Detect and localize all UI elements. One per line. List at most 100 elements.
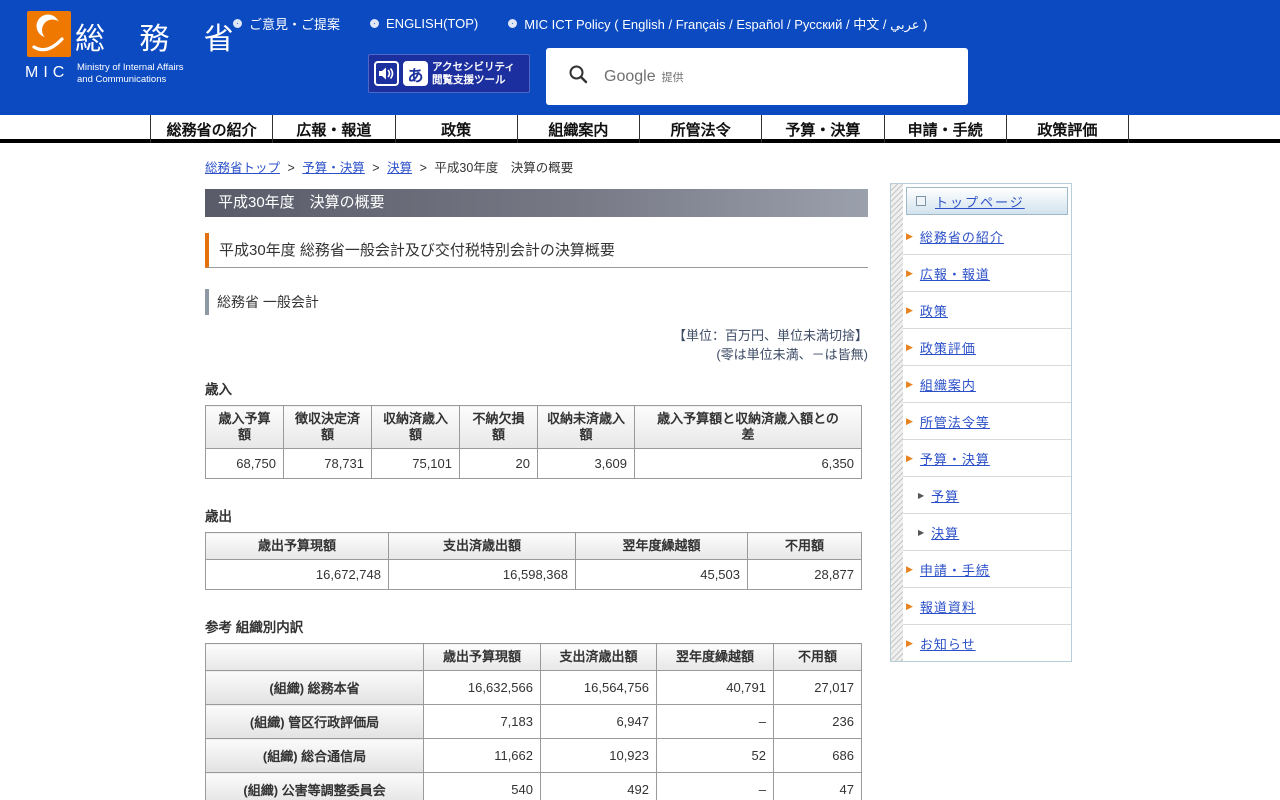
cell-value: 16,598,368 <box>389 560 576 590</box>
cell-value: 40,791 <box>657 671 774 705</box>
cell-value: 6,350 <box>635 449 862 479</box>
header-utility-links: ご意見・ご提案 ENGLISH(TOP) MIC ICT Policy ( En… <box>233 14 927 33</box>
table-header-row: 歳出予算現額 支出済歳出額 翌年度繰越額 不用額 <box>206 644 862 671</box>
column-header: 歳入予算 額 <box>206 406 284 449</box>
revenue-table-label: 歳入 <box>205 378 868 398</box>
site-header: MIC 総 務 省 Ministry of Internal Affairs a… <box>0 0 1280 115</box>
column-header: 収納未済歳入 額 <box>538 406 635 449</box>
nav-item-budget[interactable]: 予算・決算 <box>761 115 883 143</box>
expenditure-table: 歳出予算現額 支出済歳出額 翌年度繰越額 不用額 16,672,748 16,5… <box>205 532 862 590</box>
column-header: 支出済歳出額 <box>389 533 576 560</box>
accessibility-tool-label: アクセシビリティ 閲覧支援ツール <box>432 61 515 87</box>
column-header: 収納済歳入 額 <box>372 406 460 449</box>
sidebar-subitem-budget[interactable]: ▶ 予算 <box>903 477 1071 514</box>
breadcrumb: 総務省トップ > 予算・決算 > 決算 > 平成30年度 決算の概要 <box>205 157 868 176</box>
triangle-bullet-icon: ▶ <box>906 380 913 389</box>
cell-value: – <box>657 705 774 739</box>
revenue-table: 歳入予算 額 徴収決定済 額 収納済歳入 額 不納欠損 額 収納未済歳入 額 歳… <box>205 405 862 479</box>
circle-bullet-icon <box>370 19 379 28</box>
row-label: (組織) 総合通信局 <box>206 739 424 773</box>
cell-value: 45,503 <box>576 560 748 590</box>
breakdown-table: 歳出予算現額 支出済歳出額 翌年度繰越額 不用額 (組織) 総務本省 16,63… <box>205 643 862 800</box>
sidebar-item-budget-settlement[interactable]: ▶ 予算・決算 <box>903 440 1071 477</box>
cell-value: 7,183 <box>424 705 541 739</box>
table-header-row: 歳出予算現額 支出済歳出額 翌年度繰越額 不用額 <box>206 533 862 560</box>
nav-item-public-relations[interactable]: 広報・報道 <box>272 115 394 143</box>
table-header-row: 歳入予算 額 徴収決定済 額 収納済歳入 額 不納欠損 額 収納未済歳入 額 歳… <box>206 406 862 449</box>
english-top-link[interactable]: ENGLISH(TOP) <box>370 16 478 31</box>
breadcrumb-budget-link[interactable]: 予算・決算 <box>302 161 365 175</box>
global-nav: 総務省の紹介 広報・報道 政策 組織案内 所管法令 予算・決算 申請・手続 政策… <box>0 115 1280 143</box>
mic-logo-icon <box>27 11 71 64</box>
nav-item-policy[interactable]: 政策 <box>395 115 517 143</box>
sidebar-item-applications[interactable]: ▶ 申請・手続 <box>903 551 1071 588</box>
cell-value: 16,632,566 <box>424 671 541 705</box>
square-bullet-icon <box>916 196 926 206</box>
sidebar-item-press[interactable]: ▶ 報道資料 <box>903 588 1071 625</box>
column-header-blank <box>206 644 424 671</box>
cell-value: 20 <box>460 449 538 479</box>
accessibility-tool-button[interactable]: あ アクセシビリティ 閲覧支援ツール <box>368 54 530 93</box>
breakdown-table-label: 参考 組織別内訳 <box>205 616 868 636</box>
breadcrumb-current: 平成30年度 決算の概要 <box>434 161 573 175</box>
triangle-bullet-icon: ▶ <box>906 306 913 315</box>
sidebar-item-notices[interactable]: ▶ お知らせ <box>903 625 1071 661</box>
nav-item-laws[interactable]: 所管法令 <box>639 115 761 143</box>
cell-value: 28,877 <box>748 560 862 590</box>
cell-value: 52 <box>657 739 774 773</box>
sidebar-item-policy[interactable]: ▶ 政策 <box>903 292 1071 329</box>
expenditure-table-label: 歳出 <box>205 505 868 525</box>
speaker-icon <box>374 61 399 86</box>
search-input[interactable]: Google 提供 <box>546 48 968 105</box>
search-provider-suffix: 提供 <box>662 69 684 85</box>
nav-item-applications[interactable]: 申請・手続 <box>884 115 1006 143</box>
row-label: (組織) 総務本省 <box>206 671 424 705</box>
breadcrumb-home-link[interactable]: 総務省トップ <box>205 161 280 175</box>
cell-value: 68,750 <box>206 449 284 479</box>
cell-value: 16,672,748 <box>206 560 389 590</box>
mic-logo[interactable]: MIC 総 務 省 Ministry of Internal Affairs a… <box>25 8 245 108</box>
circle-bullet-icon <box>508 19 517 28</box>
cell-value: 11,662 <box>424 739 541 773</box>
column-header: 歳出予算現額 <box>424 644 541 671</box>
cell-value: 492 <box>541 773 657 800</box>
cell-value: 6,947 <box>541 705 657 739</box>
mic-ict-policy-link[interactable]: MIC ICT Policy ( English / Français / Es… <box>508 14 927 33</box>
hiragana-a-icon: あ <box>403 61 428 86</box>
sidebar-item-public-relations[interactable]: ▶ 広報・報道 <box>903 255 1071 292</box>
row-label: (組織) 公害等調整委員会 <box>206 773 424 800</box>
cell-value: 540 <box>424 773 541 800</box>
cell-value: 75,101 <box>372 449 460 479</box>
sidebar-item-organization[interactable]: ▶ 組織案内 <box>903 366 1071 403</box>
nav-item-organization[interactable]: 組織案内 <box>517 115 639 143</box>
column-header: 翌年度繰越額 <box>657 644 774 671</box>
nav-item-policy-evaluation[interactable]: 政策評価 <box>1006 115 1129 143</box>
cell-value: – <box>657 773 774 800</box>
triangle-bullet-icon: ▶ <box>906 269 913 278</box>
sidebar-item-top-page[interactable]: トップページ <box>906 187 1068 215</box>
sidebar-item-about[interactable]: ▶ 総務省の紹介 <box>903 218 1071 255</box>
cell-value: 236 <box>774 705 862 739</box>
search-icon <box>568 64 588 89</box>
triangle-bullet-icon: ▶ <box>906 343 913 352</box>
triangle-bullet-icon: ▶ <box>906 232 913 241</box>
logo-english-name: Ministry of Internal Affairs and Communi… <box>77 62 183 86</box>
breadcrumb-settlement-link[interactable]: 決算 <box>387 161 412 175</box>
column-header: 不用額 <box>774 644 862 671</box>
column-header: 翌年度繰越額 <box>576 533 748 560</box>
unit-note: 【単位：百万円、単位未満切捨】 (零は単位未満、－は皆無) <box>205 326 868 364</box>
cell-value: 686 <box>774 739 862 773</box>
feedback-link[interactable]: ご意見・ご提案 <box>233 14 340 33</box>
sidebar-subitem-settlement[interactable]: ▶ 決算 <box>903 514 1071 551</box>
circle-bullet-icon <box>233 19 242 28</box>
sidebar-item-policy-evaluation[interactable]: ▶ 政策評価 <box>903 329 1071 366</box>
cell-value: 78,731 <box>284 449 372 479</box>
sidebar-item-laws[interactable]: ▶ 所管法令等 <box>903 403 1071 440</box>
main-content: 総務省トップ > 予算・決算 > 決算 > 平成30年度 決算の概要 平成30年… <box>205 147 868 800</box>
triangle-bullet-icon: ▶ <box>918 491 924 500</box>
column-header: 不納欠損 額 <box>460 406 538 449</box>
local-nav-sidebar: トップページ ▶ 総務省の紹介 ▶ 広報・報道 ▶ 政策 ▶ 政策評価 ▶ 組織… <box>890 183 1072 662</box>
cell-value: 16,564,756 <box>541 671 657 705</box>
nav-item-about[interactable]: 総務省の紹介 <box>150 115 272 143</box>
triangle-bullet-icon: ▶ <box>906 454 913 463</box>
